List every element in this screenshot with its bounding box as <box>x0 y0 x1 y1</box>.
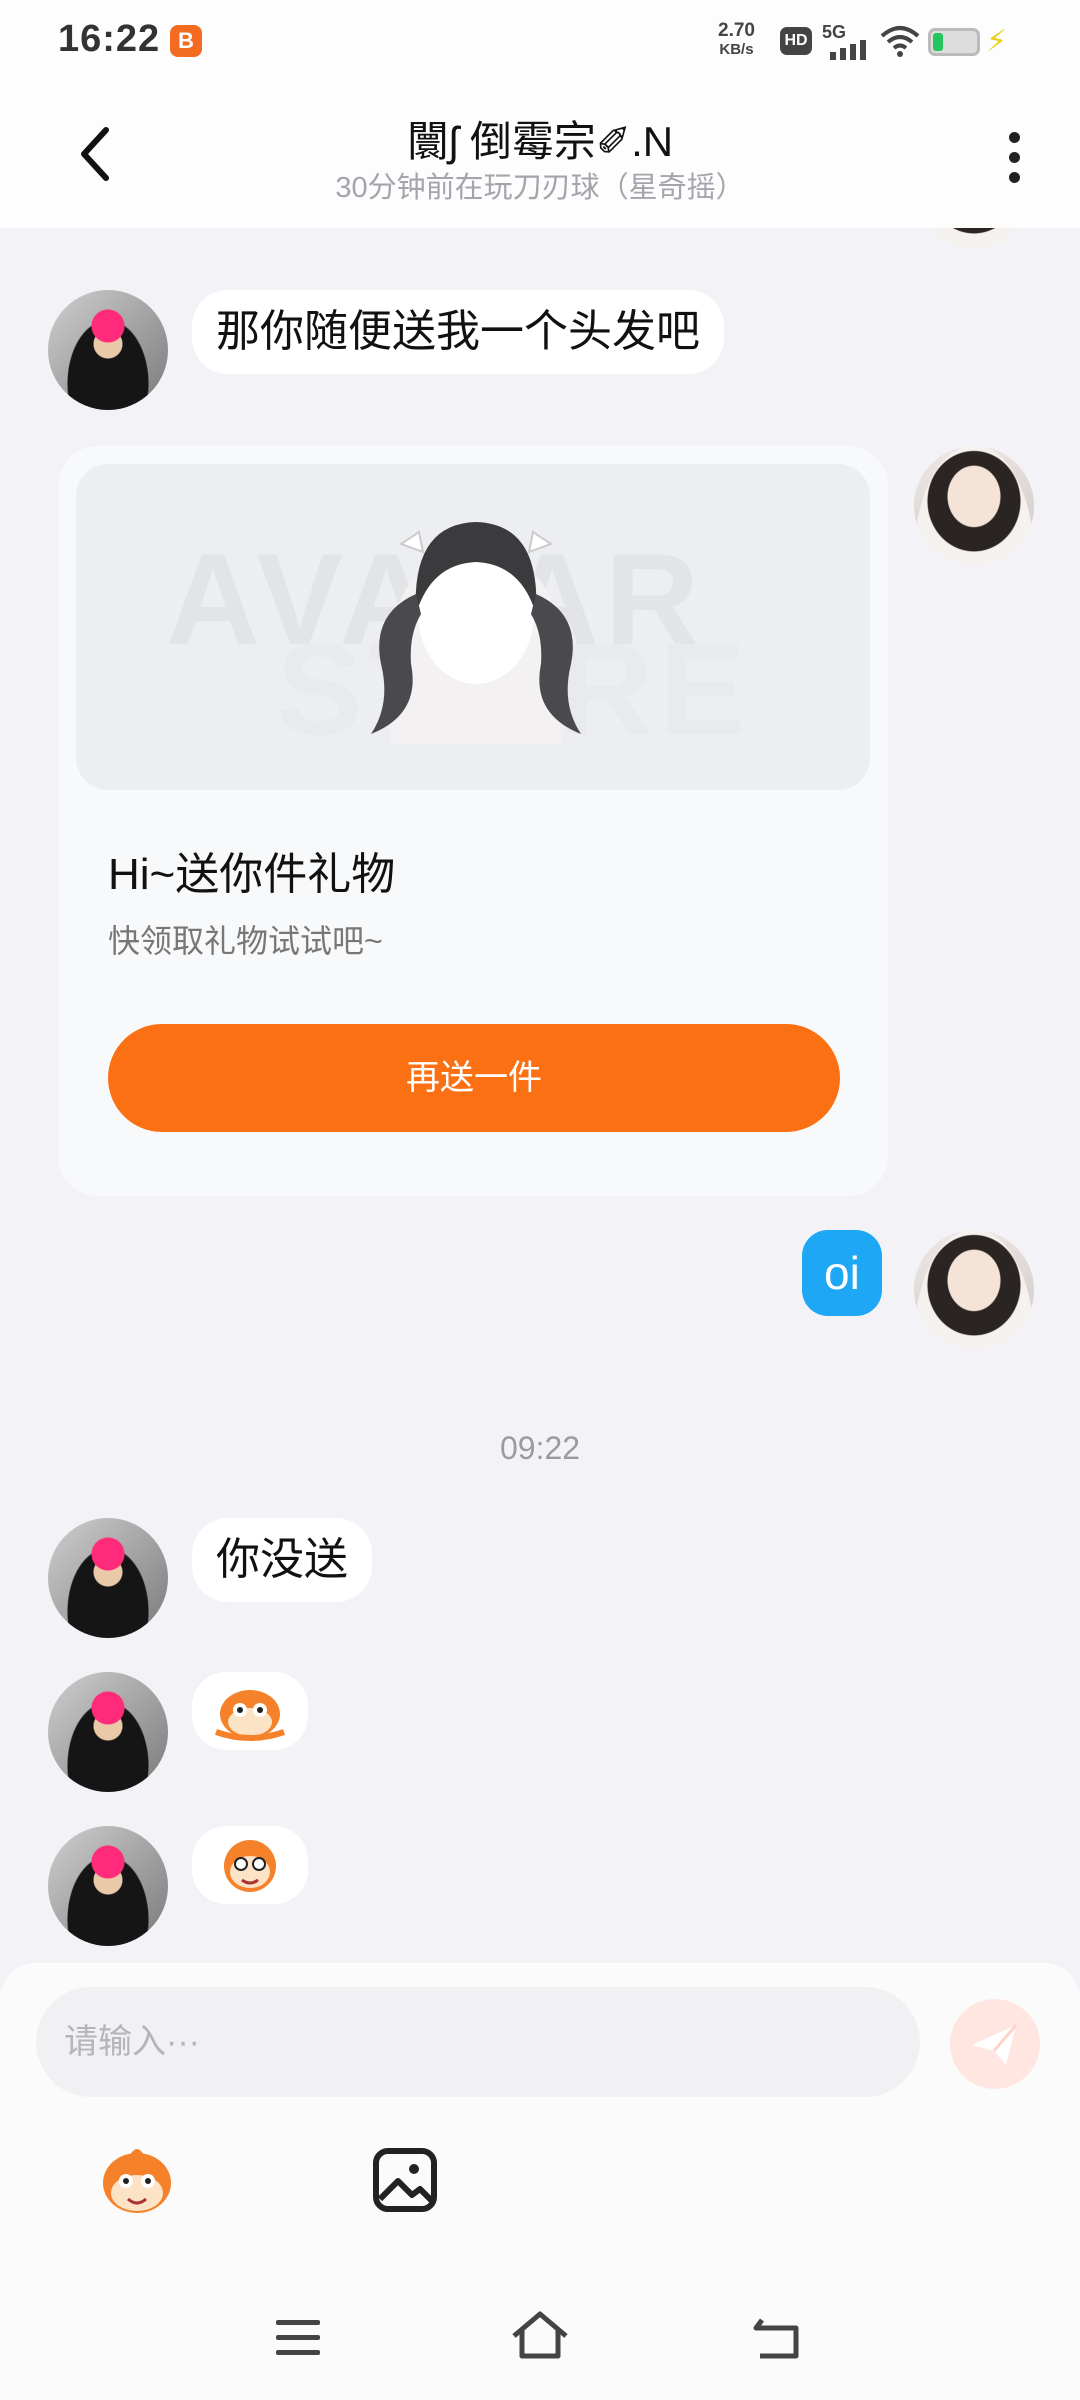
my-avatar[interactable] <box>914 228 1034 248</box>
contact-avatar[interactable] <box>48 290 168 410</box>
status-bar: 16:22 B 2.70 KB/s HD 5G ⚡ <box>0 0 1080 82</box>
image-button[interactable] <box>372 2145 438 2215</box>
image-icon <box>373 2148 437 2212</box>
charging-icon: ⚡ <box>986 25 1008 58</box>
my-avatar[interactable] <box>914 1230 1034 1350</box>
chat-header: 闤ʃ 倒霉宗✐.N 30分钟前在玩刀刃球（星奇摇） <box>0 82 1080 228</box>
app-notification-icon: B <box>170 25 202 57</box>
network-speed: 2.70 KB/s <box>718 20 755 59</box>
message-bubble-sent[interactable]: oi <box>802 1230 882 1316</box>
monkey-emoji-icon <box>103 2149 171 2213</box>
gift-subtitle: 快领取礼物试试吧~ <box>108 923 383 959</box>
back-icon[interactable] <box>752 2314 804 2360</box>
message-input[interactable]: 请输入··· <box>36 1987 920 2097</box>
wifi-icon <box>880 26 920 57</box>
system-nav-bar <box>0 2280 1080 2400</box>
hd-icon: HD <box>780 27 812 55</box>
my-avatar[interactable] <box>914 446 1034 566</box>
message-timestamp: 09:22 <box>499 1430 581 1466</box>
gift-image: AVATAR STORE <box>76 464 870 790</box>
network-speed-unit: KB/s <box>719 41 754 58</box>
contact-avatar[interactable] <box>48 1672 168 1792</box>
home-icon[interactable] <box>510 2310 570 2360</box>
monkey-sticker-icon <box>215 1690 285 1741</box>
send-another-gift-button[interactable]: 再送一件 <box>108 1024 840 1132</box>
emoji-button[interactable] <box>92 2139 182 2229</box>
message-list[interactable]: 那你随便送我一个头发吧 AVATAR STORE Hi~送你件礼物 快领取礼物试… <box>0 228 1080 1963</box>
status-time: 16:22 <box>58 18 161 60</box>
signal-icon <box>830 40 866 60</box>
contact-status: 30分钟前在玩刀刃球（星奇摇） <box>335 172 745 204</box>
menu-icon[interactable] <box>274 2316 322 2360</box>
battery-icon <box>928 28 980 56</box>
message-bubble[interactable]: 那你随便送我一个头发吧 <box>192 290 724 374</box>
gift-title: Hi~送你件礼物 <box>108 850 396 899</box>
contact-name: 闤ʃ 倒霉宗✐.N <box>406 118 674 165</box>
network-speed-value: 2.70 <box>718 20 755 41</box>
contact-avatar[interactable] <box>48 1826 168 1946</box>
sticker-message[interactable] <box>192 1672 308 1750</box>
more-vertical-icon[interactable] <box>994 126 1034 192</box>
gift-card[interactable]: AVATAR STORE Hi~送你件礼物 快领取礼物试试吧~ 再送一件 <box>58 446 888 1196</box>
message-bubble[interactable]: 你没送 <box>192 1518 372 1602</box>
paper-plane-icon <box>972 2024 1018 2065</box>
contact-avatar[interactable] <box>48 1518 168 1638</box>
top-bar: 16:22 B 2.70 KB/s HD 5G ⚡ 闤ʃ 倒霉宗✐.N 30分钟… <box>0 0 1080 228</box>
send-button[interactable] <box>950 1999 1040 2089</box>
sticker-message[interactable] <box>192 1826 308 1904</box>
wig-image <box>371 522 581 744</box>
monkey-sticker-icon <box>224 1840 276 1892</box>
